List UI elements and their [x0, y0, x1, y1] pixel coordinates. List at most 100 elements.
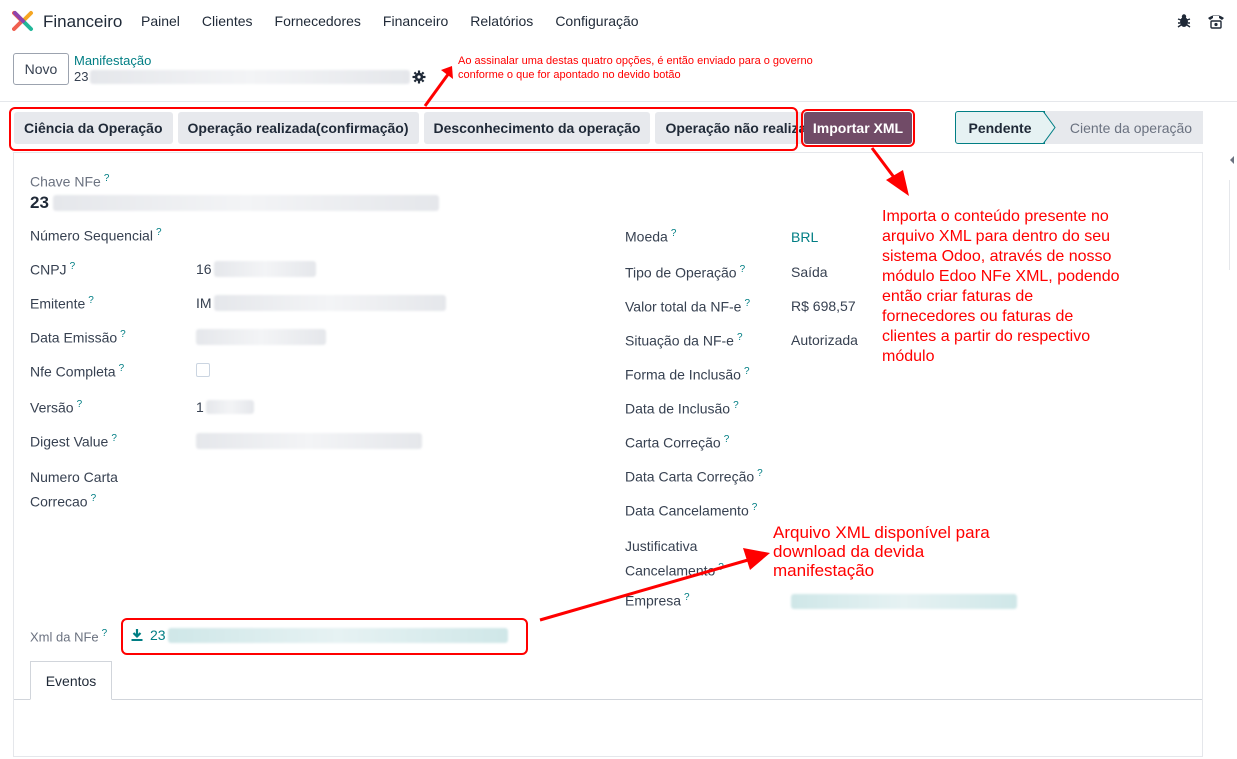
annotation-top: Ao assinalar uma destas quatro opções, é…: [458, 55, 813, 81]
carta-correcao-label: Carta Correção?: [625, 434, 729, 451]
redacted-cnpj: [213, 261, 316, 277]
versao-prefix: 1: [196, 399, 204, 415]
redacted-data-emissao: [196, 329, 326, 345]
record-title-prefix: 23: [74, 69, 89, 84]
numero-sequencial-label: Número Sequencial?: [30, 227, 162, 244]
help-icon[interactable]: ?: [88, 295, 94, 306]
help-icon[interactable]: ?: [724, 434, 730, 445]
status-bar: Pendente Ciente da operação: [955, 111, 1203, 144]
tab-eventos[interactable]: Eventos: [30, 661, 112, 700]
data-inclusao-label-text: Data de Inclusão: [625, 400, 731, 417]
data-emissao-label: Data Emissão?: [30, 329, 126, 346]
annotation-box-xml: [121, 618, 528, 655]
emitente-label-text: Emitente: [30, 295, 86, 312]
help-icon[interactable]: ?: [671, 228, 677, 239]
help-icon[interactable]: ?: [156, 227, 162, 238]
help-icon[interactable]: ?: [744, 366, 750, 377]
help-icon[interactable]: ?: [91, 493, 97, 504]
emitente-value[interactable]: IM: [196, 295, 446, 311]
moeda-value[interactable]: BRL: [791, 229, 818, 245]
gear-icon[interactable]: [412, 70, 426, 84]
data-cancelamento-label-text: Data Cancelamento: [625, 502, 749, 519]
arrow-head-top: [441, 66, 453, 79]
redacted-empresa: [791, 594, 1017, 609]
divider: [0, 101, 1237, 102]
valor-total-label-text: Valor total da NF-e: [625, 298, 742, 315]
empresa-label: Empresa?: [625, 592, 690, 609]
help-icon[interactable]: ?: [744, 298, 750, 309]
cnpj-label-text: CNPJ: [30, 261, 67, 278]
help-icon[interactable]: ?: [737, 332, 743, 343]
digest-value-label-text: Digest Value: [30, 433, 109, 450]
menu-item-relatorios[interactable]: Relatórios: [470, 13, 533, 29]
menu-item-painel[interactable]: Painel: [141, 13, 180, 29]
data-inclusao-label: Data de Inclusão?: [625, 400, 739, 417]
navbar: Financeiro Painel Clientes Fornecedores …: [0, 0, 1237, 43]
menu-item-clientes[interactable]: Clientes: [202, 13, 253, 29]
situacao-value: Autorizada: [791, 332, 858, 348]
help-icon[interactable]: ?: [752, 502, 758, 513]
help-icon[interactable]: ?: [119, 363, 125, 374]
justificativa-label-line2: Cancelamento: [625, 562, 716, 579]
forma-inclusao-label-text: Forma de Inclusão: [625, 366, 741, 383]
side-divider: [1229, 180, 1230, 270]
numero-carta-label: Numero Carta Correcao?: [30, 467, 118, 513]
cnpj-prefix: 16: [196, 261, 212, 277]
chave-nfe-value: 23: [30, 193, 439, 213]
numero-carta-label-line1: Numero Carta: [30, 469, 118, 485]
menu-item-configuracao[interactable]: Configuração: [555, 13, 638, 29]
help-icon[interactable]: ?: [104, 173, 110, 184]
breadcrumb[interactable]: Manifestação: [74, 53, 151, 68]
justificativa-cancelamento-label: Justificativa Cancelamento?: [625, 536, 724, 582]
digest-value-label: Digest Value?: [30, 433, 117, 450]
redacted-record-id: [90, 69, 411, 84]
nfe-completa-checkbox[interactable]: [196, 363, 210, 377]
help-icon[interactable]: ?: [102, 628, 108, 639]
tipo-operacao-label-text: Tipo de Operação: [625, 264, 737, 281]
xml-nfe-label-text: Xml da NFe: [30, 629, 99, 645]
xml-nfe-label: Xml da NFe?: [30, 628, 107, 644]
numero-sequencial-label-text: Número Sequencial: [30, 227, 153, 244]
chave-nfe-prefix: 23: [30, 193, 49, 212]
main-menu: Painel Clientes Fornecedores Financeiro …: [141, 13, 661, 29]
help-icon[interactable]: ?: [733, 400, 739, 411]
data-carta-correcao-label-text: Data Carta Correção: [625, 468, 755, 485]
chevron-left-icon[interactable]: [1227, 150, 1237, 170]
annotation-box-actions: [9, 107, 798, 151]
new-button[interactable]: Novo: [13, 53, 69, 85]
redacted-emitente: [213, 295, 446, 311]
valor-total-label: Valor total da NF-e?: [625, 298, 750, 315]
help-icon[interactable]: ?: [70, 261, 76, 272]
app-logo-icon[interactable]: [12, 10, 34, 32]
data-emissao-value: [196, 329, 326, 348]
help-icon[interactable]: ?: [77, 399, 83, 410]
status-ciente[interactable]: Ciente da operação: [1045, 111, 1203, 144]
moeda-label-text: Moeda: [625, 228, 668, 245]
situacao-label: Situação da NF-e?: [625, 332, 743, 349]
empresa-value[interactable]: [791, 594, 1017, 612]
help-icon[interactable]: ?: [684, 592, 690, 603]
annotation-box-import: [801, 109, 915, 147]
help-icon[interactable]: ?: [757, 468, 763, 479]
valor-total-value: R$ 698,57: [791, 298, 856, 314]
chave-nfe-label-text: Chave NFe: [30, 173, 101, 190]
help-icon[interactable]: ?: [120, 329, 126, 340]
data-emissao-label-text: Data Emissão: [30, 329, 118, 346]
emitente-label: Emitente?: [30, 295, 94, 312]
versao-label-text: Versão: [30, 399, 74, 416]
tabs-divider: [14, 699, 1202, 700]
help-icon[interactable]: ?: [718, 562, 724, 573]
bug-icon[interactable]: [1175, 12, 1193, 30]
phone-icon[interactable]: [1207, 12, 1225, 30]
moeda-label: Moeda?: [625, 228, 676, 245]
menu-item-fornecedores[interactable]: Fornecedores: [275, 13, 361, 29]
forma-inclusao-label: Forma de Inclusão?: [625, 366, 750, 383]
help-icon[interactable]: ?: [740, 264, 746, 275]
app-name[interactable]: Financeiro: [43, 12, 122, 32]
status-pending[interactable]: Pendente: [955, 111, 1045, 144]
chave-nfe-label: Chave NFe?: [30, 173, 109, 190]
tipo-operacao-value: Saída: [791, 264, 828, 280]
menu-item-financeiro[interactable]: Financeiro: [383, 13, 448, 29]
cnpj-label: CNPJ?: [30, 261, 75, 278]
help-icon[interactable]: ?: [111, 433, 117, 444]
